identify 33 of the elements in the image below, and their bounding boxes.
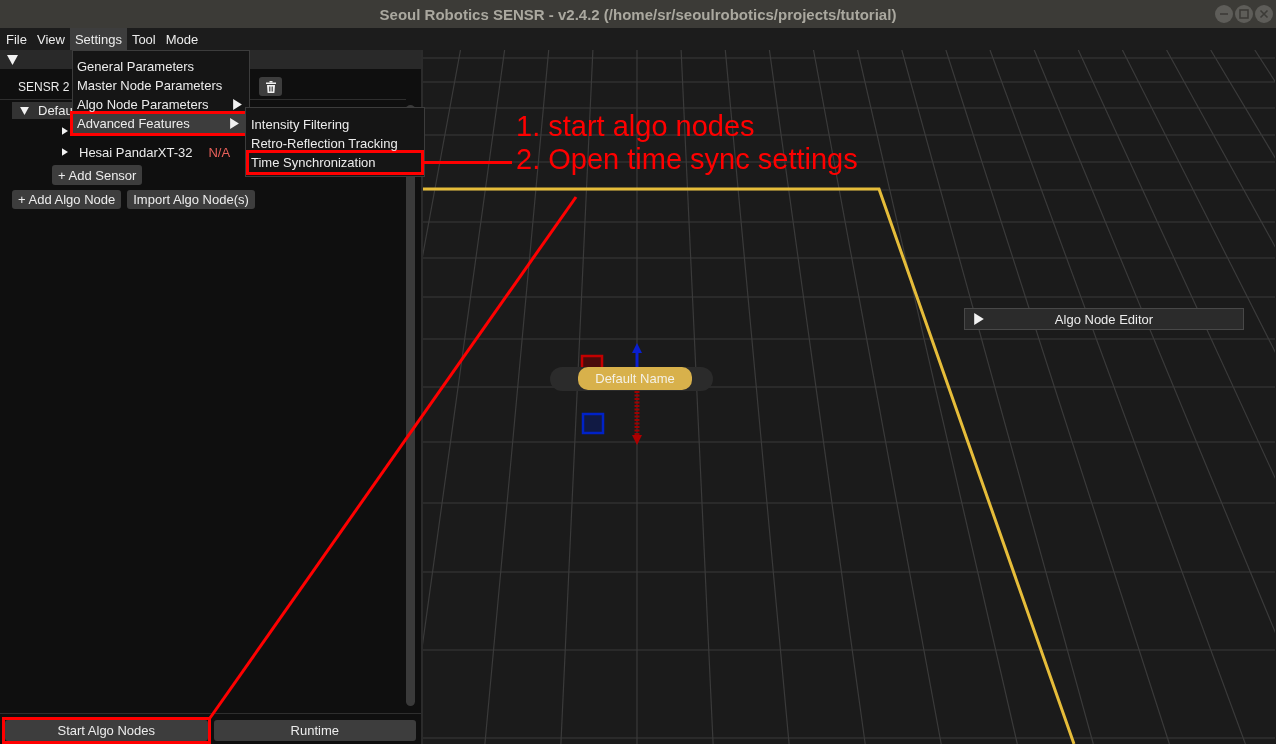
- caret-right-icon[interactable]: [62, 127, 68, 135]
- caret-right-icon[interactable]: [974, 313, 984, 325]
- caret-right-icon[interactable]: [62, 148, 68, 156]
- status-text: N/A: [208, 144, 231, 160]
- tree-item-label[interactable]: Hesai PandarXT-32: [79, 144, 193, 160]
- caret-down-icon[interactable]: [20, 106, 29, 115]
- footer-button[interactable]: Start Algo Nodes: [5, 720, 208, 741]
- menu-item[interactable]: File: [1, 28, 32, 50]
- annotation-text: 1. start algo nodes: [516, 110, 755, 143]
- gizmo-handle[interactable]: [581, 412, 605, 435]
- tree-item-label[interactable]: SENSR 2: [18, 79, 70, 94]
- footer-button[interactable]: Runtime: [213, 720, 416, 741]
- caret-down-icon[interactable]: [7, 54, 18, 65]
- menu-item[interactable]: Settings: [69, 28, 127, 50]
- add-sensor-button[interactable]: + Add Sensor: [52, 165, 143, 185]
- action-button[interactable]: Import Algo Node(s): [127, 190, 255, 209]
- menu-item[interactable]: General Parameters: [73, 57, 249, 76]
- down-arrow[interactable]: [632, 391, 642, 445]
- window-title: Seoul Robotics SENSR - v2.4.2 (/home/sr/seoulrobotics/projects/tutorial): [379, 5, 897, 23]
- menu-item[interactable]: Mode: [160, 28, 204, 50]
- menu-item[interactable]: Time Synchronization: [249, 153, 421, 172]
- menu-item[interactable]: View: [31, 28, 70, 50]
- annotation-text: 2. Open time sync settings: [516, 143, 858, 176]
- collapsible-panel-header[interactable]: Algo Node Editor: [964, 308, 1244, 330]
- menu-item[interactable]: Tool: [126, 28, 161, 50]
- menu-item[interactable]: Master Node Parameters: [73, 76, 249, 95]
- trash-icon: [265, 80, 276, 93]
- menu-item[interactable]: Intensity Filtering: [246, 115, 424, 134]
- menu-item[interactable]: Algo Node Parameters: [73, 95, 249, 114]
- menu-item[interactable]: Retro-Reflection Tracking: [246, 134, 424, 153]
- action-button[interactable]: + Add Algo Node: [12, 190, 122, 209]
- menu-item[interactable]: Advanced Features: [73, 114, 246, 133]
- delete-button[interactable]: [259, 77, 282, 96]
